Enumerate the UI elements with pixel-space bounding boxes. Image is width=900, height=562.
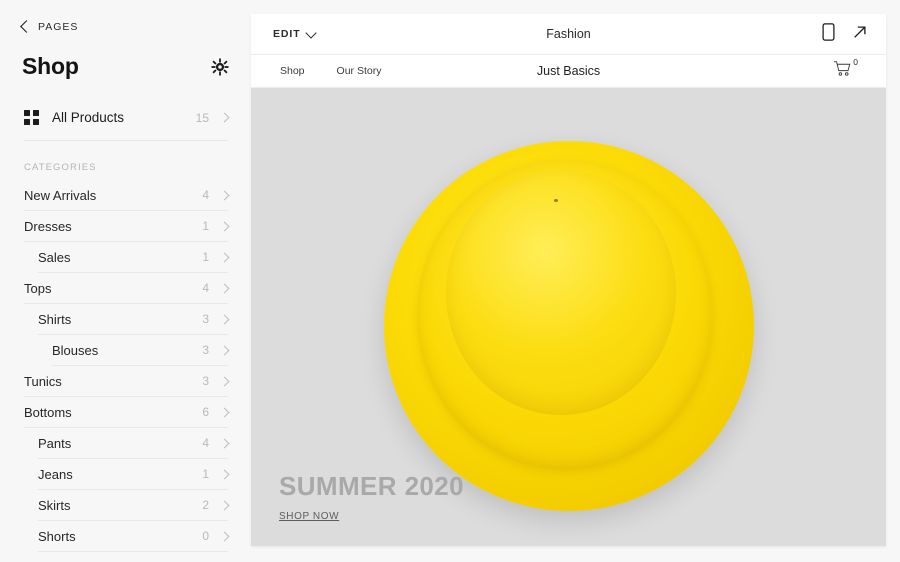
category-label: Bottoms (24, 404, 72, 420)
category-count: 1 (202, 250, 209, 264)
chevron-right-icon (219, 500, 230, 510)
cart-icon (833, 60, 852, 82)
yellow-bucket-hat-image (383, 141, 754, 512)
category-count: 4 (202, 281, 209, 295)
category-count: 1 (202, 467, 209, 481)
sidebar-category-item[interactable]: Pants 4 (38, 428, 230, 459)
chevron-right-icon (219, 531, 230, 541)
category-label: Tunics (24, 373, 62, 389)
nav-link[interactable]: Shop (280, 65, 305, 77)
sidebar-category-item[interactable]: Shorts 0 (38, 521, 230, 552)
category-label: Shirts (38, 311, 72, 327)
preview-toolbar: EDIT Fashion (251, 14, 886, 55)
category-count: 4 (202, 188, 209, 202)
grid-icon (24, 110, 39, 125)
mobile-preview-icon[interactable] (822, 22, 835, 46)
sidebar-category-item[interactable]: Shirts 3 (38, 304, 230, 335)
chevron-right-icon (219, 345, 230, 355)
category-label: Dresses (24, 218, 72, 234)
hat-crown (446, 170, 676, 415)
sidebar-category-item[interactable]: Bottoms 6 (24, 397, 230, 428)
sidebar-category-item[interactable]: Tops 4 (24, 273, 230, 304)
sidebar-category-item[interactable]: New Arrivals 4 (24, 180, 230, 211)
site-navigation: Shop Our Story Just Basics 0 (251, 55, 886, 88)
all-products-label: All Products (52, 110, 125, 125)
category-label: Skirts (38, 497, 71, 513)
category-count: 3 (202, 312, 209, 326)
category-count: 1 (202, 219, 209, 233)
edit-label: EDIT (273, 28, 301, 40)
chevron-right-icon (219, 407, 230, 417)
cart-count-badge: 0 (853, 57, 858, 67)
sidebar-category-item[interactable]: Dresses 1 (24, 211, 230, 242)
category-count: 0 (202, 529, 209, 543)
chevron-right-icon (219, 469, 230, 479)
chevron-right-icon (219, 112, 230, 123)
category-count: 3 (202, 374, 209, 388)
category-count: 4 (202, 436, 209, 450)
shop-now-link[interactable]: SHOP NOW (279, 511, 339, 522)
chevron-left-icon (20, 20, 33, 33)
sidebar-category-item[interactable]: Skirts 2 (38, 490, 230, 521)
category-label: Jeans (38, 466, 73, 482)
edit-dropdown-button[interactable]: EDIT (273, 26, 317, 40)
category-label: Tops (24, 280, 52, 296)
sidebar: PAGES Shop All Products 15 CATEGORIES Ne… (0, 0, 250, 562)
category-count: 6 (202, 405, 209, 419)
sidebar-category-item[interactable]: Blouses 3 (52, 335, 230, 366)
page-title: Shop (22, 53, 79, 79)
category-label: Shorts (38, 528, 76, 544)
chevron-right-icon (219, 314, 230, 324)
sidebar-category-item[interactable]: Sales 1 (38, 242, 230, 273)
site-title: Fashion (546, 27, 591, 41)
sidebar-header: Shop (0, 33, 250, 80)
back-to-pages-label: PAGES (38, 21, 79, 33)
all-products-count: 15 (195, 110, 209, 125)
category-count: 3 (202, 343, 209, 357)
hero-section: SUMMER 2020 SHOP NOW (251, 88, 886, 546)
chevron-down-icon (304, 26, 317, 39)
category-count: 2 (202, 498, 209, 512)
open-external-icon[interactable] (852, 24, 868, 45)
chevron-right-icon (219, 221, 230, 231)
gear-icon[interactable] (210, 57, 230, 77)
chevron-right-icon (219, 190, 230, 200)
sidebar-category-item[interactable]: Tunics 3 (24, 366, 230, 397)
preview-toolbar-icons (822, 22, 868, 46)
chevron-right-icon (219, 283, 230, 293)
hero-text-block: SUMMER 2020 SHOP NOW (279, 472, 464, 524)
category-label: Blouses (52, 342, 99, 358)
nav-link[interactable]: Our Story (337, 65, 382, 77)
preview-area: EDIT Fashion Shop Our Story Just Basics … (250, 0, 900, 562)
chevron-right-icon (219, 252, 230, 262)
app-root: PAGES Shop All Products 15 CATEGORIES Ne… (0, 0, 900, 562)
hero-title: SUMMER 2020 (279, 471, 465, 502)
site-preview-card: EDIT Fashion Shop Our Story Just Basics … (251, 14, 886, 546)
category-label: Pants (38, 435, 72, 451)
sidebar-category-item[interactable]: Jeans 1 (38, 459, 230, 490)
nav-links: Shop Our Story (280, 65, 381, 77)
chevron-right-icon (219, 438, 230, 448)
sidebar-item-all-products[interactable]: All Products 15 (24, 110, 230, 141)
category-label: New Arrivals (24, 187, 97, 203)
categories-section-header: CATEGORIES (24, 162, 97, 173)
back-to-pages-button[interactable]: PAGES (0, 0, 250, 33)
cart-button[interactable]: 0 (833, 57, 858, 82)
chevron-right-icon (219, 376, 230, 386)
category-label: Sales (38, 249, 71, 265)
category-list: New Arrivals 4 Dresses 1 Sales 1 Tops 4 Shirts 3 B… (0, 180, 250, 552)
